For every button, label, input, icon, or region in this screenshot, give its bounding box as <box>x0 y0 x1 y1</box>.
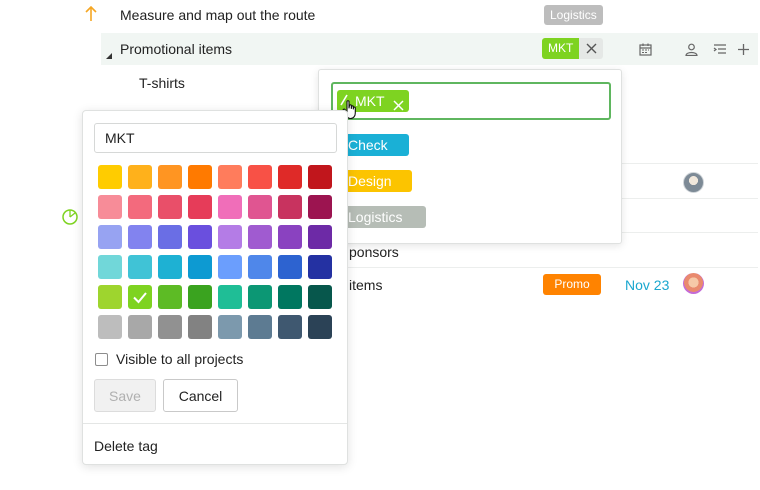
task-title-items[interactable]: items <box>349 277 382 293</box>
color-swatch[interactable] <box>278 285 302 309</box>
tag-promo[interactable]: Promo <box>543 274 601 295</box>
color-swatch[interactable] <box>248 195 272 219</box>
progress-circle-icon[interactable] <box>62 209 78 228</box>
color-swatch[interactable] <box>248 285 272 309</box>
color-swatch[interactable] <box>98 165 122 189</box>
color-swatch[interactable] <box>188 315 212 339</box>
visible-to-all-checkbox[interactable] <box>95 353 108 366</box>
color-swatch[interactable] <box>158 285 182 309</box>
color-swatch[interactable] <box>248 225 272 249</box>
task-title[interactable]: T-shirts <box>139 75 185 91</box>
color-swatch[interactable] <box>218 285 242 309</box>
color-swatch[interactable] <box>248 315 272 339</box>
tag-mkt[interactable]: MKT <box>542 38 580 59</box>
color-swatch[interactable] <box>158 255 182 279</box>
close-icon <box>586 43 596 54</box>
checkmark-icon <box>133 292 147 304</box>
calendar-icon[interactable] <box>636 40 654 58</box>
color-swatch[interactable] <box>278 225 302 249</box>
user-avatar[interactable] <box>683 172 704 193</box>
tag-name-input[interactable] <box>94 123 337 153</box>
color-swatch[interactable] <box>278 165 302 189</box>
color-swatch[interactable] <box>308 255 332 279</box>
user-avatar[interactable] <box>683 273 704 294</box>
color-swatch[interactable] <box>128 165 152 189</box>
collapse-triangle-icon[interactable] <box>106 46 112 62</box>
task-title-sponsors[interactable]: ponsors <box>349 244 399 260</box>
add-subtask-icon[interactable] <box>711 40 729 58</box>
tag-logistics[interactable]: Logistics <box>544 5 603 25</box>
color-swatch[interactable] <box>98 315 122 339</box>
plus-icon[interactable] <box>734 40 752 58</box>
panel-divider <box>83 423 347 424</box>
task-row-promotional-items[interactable]: Promotional items MKT <box>101 33 758 65</box>
delete-tag-link[interactable]: Delete tag <box>94 438 158 454</box>
arrow-up-icon <box>84 5 98 25</box>
color-swatch[interactable] <box>308 285 332 309</box>
color-swatch[interactable] <box>128 255 152 279</box>
task-title[interactable]: Measure and map out the route <box>120 7 315 23</box>
color-swatch[interactable] <box>128 225 152 249</box>
color-swatch[interactable] <box>158 225 182 249</box>
save-button[interactable]: Save <box>94 379 156 412</box>
color-swatch[interactable] <box>158 165 182 189</box>
color-swatch[interactable] <box>128 315 152 339</box>
color-swatch[interactable] <box>188 225 212 249</box>
assignee-icon[interactable] <box>682 40 700 58</box>
color-swatch[interactable] <box>128 285 152 309</box>
color-swatch[interactable] <box>248 165 272 189</box>
color-swatch[interactable] <box>218 225 242 249</box>
color-swatch[interactable] <box>278 255 302 279</box>
color-swatch[interactable] <box>218 165 242 189</box>
color-swatch[interactable] <box>278 315 302 339</box>
chip-remove-icon[interactable] <box>393 95 404 117</box>
color-swatch[interactable] <box>218 195 242 219</box>
tag-search-input[interactable]: MKT <box>331 82 611 120</box>
task-title[interactable]: Promotional items <box>120 41 232 57</box>
color-swatch[interactable] <box>188 165 212 189</box>
color-swatch[interactable] <box>248 255 272 279</box>
color-swatch[interactable] <box>308 315 332 339</box>
color-swatch[interactable] <box>158 315 182 339</box>
remove-tag-button[interactable] <box>579 38 603 59</box>
row-divider <box>348 267 758 268</box>
color-swatch[interactable] <box>308 165 332 189</box>
color-swatch[interactable] <box>98 225 122 249</box>
visible-to-all-label[interactable]: Visible to all projects <box>116 351 243 367</box>
color-swatch[interactable] <box>188 255 212 279</box>
task-row-route[interactable]: Measure and map out the route Logistics <box>0 0 760 31</box>
tag-option-logistics[interactable]: Logistics <box>336 206 426 228</box>
color-swatch[interactable] <box>218 315 242 339</box>
due-date[interactable]: Nov 23 <box>625 277 669 293</box>
tag-picker-dropdown: MKT Check Design Logistics <box>318 69 622 244</box>
color-swatch[interactable] <box>98 195 122 219</box>
color-swatch[interactable] <box>278 195 302 219</box>
color-swatch[interactable] <box>308 225 332 249</box>
color-swatch[interactable] <box>308 195 332 219</box>
color-swatch[interactable] <box>218 255 242 279</box>
color-swatch[interactable] <box>188 285 212 309</box>
cancel-button[interactable]: Cancel <box>163 379 238 412</box>
chip-label: MKT <box>355 93 385 109</box>
color-swatch[interactable] <box>188 195 212 219</box>
edit-tag-panel: Visible to all projects Save Cancel Dele… <box>82 110 348 465</box>
color-swatch[interactable] <box>98 285 122 309</box>
color-swatch[interactable] <box>98 255 122 279</box>
color-swatch[interactable] <box>128 195 152 219</box>
color-swatch[interactable] <box>158 195 182 219</box>
